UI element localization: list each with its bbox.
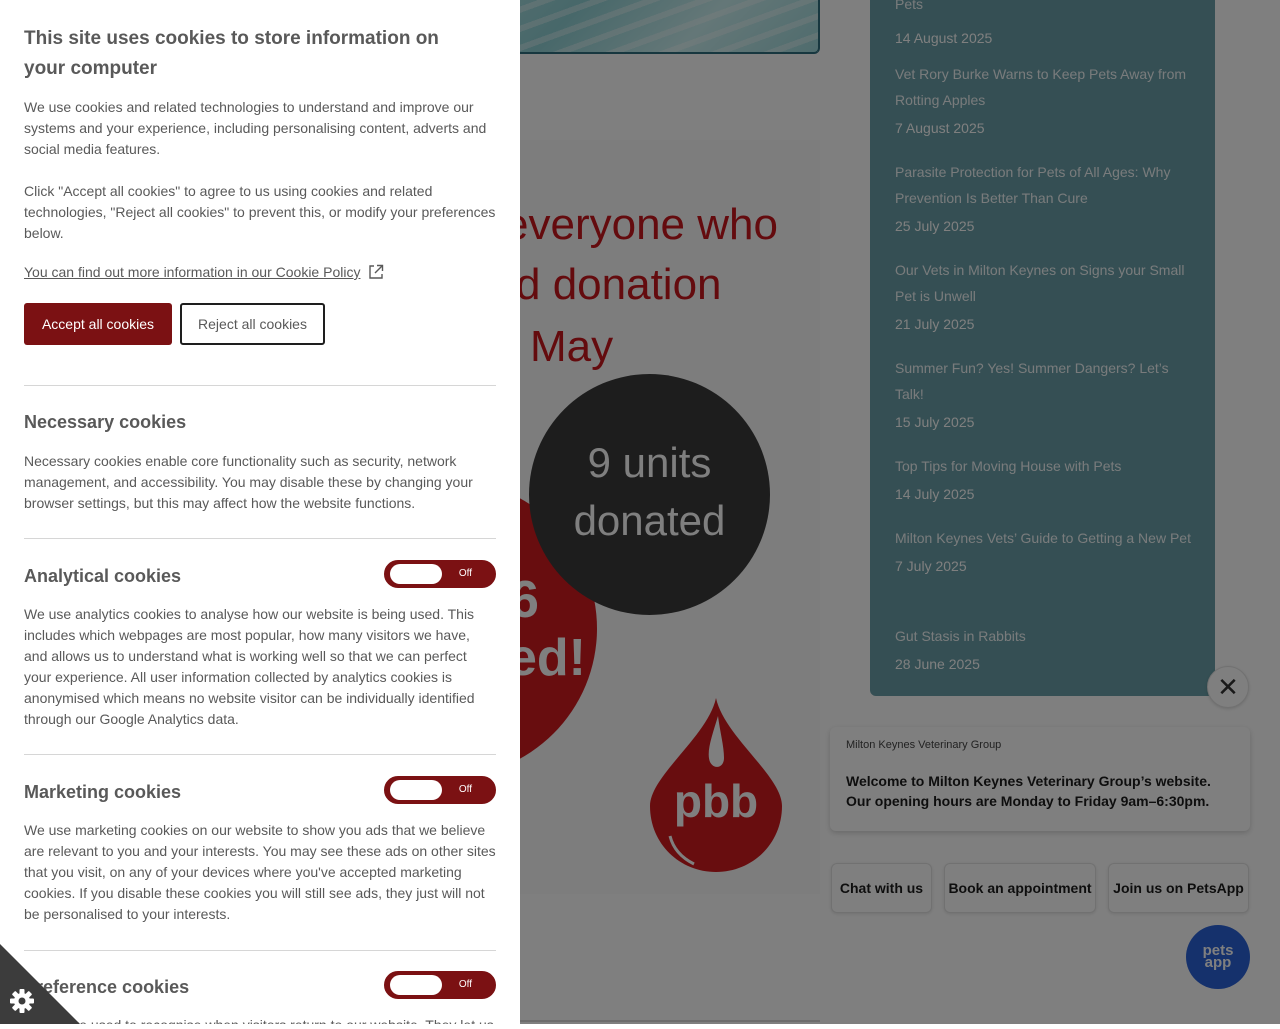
analytical-cookies-heading: Analytical cookies <box>24 566 182 586</box>
external-link-icon <box>369 264 384 279</box>
cookie-settings-corner <box>0 944 80 1024</box>
cookie-instructions-text: Click "Accept all cookies" to agree to u… <box>24 183 496 241</box>
marketing-cookies-heading: Marketing cookies <box>24 782 182 802</box>
cookie-policy-link[interactable]: You can find out more information in our… <box>24 264 384 280</box>
section-divider <box>24 950 496 951</box>
toggle-state-label: Off <box>458 568 472 579</box>
preference-cookies-text: These are used to recognise when visitor… <box>24 1015 496 1024</box>
toggle-knob <box>390 975 442 995</box>
analytical-cookies-toggle[interactable]: Off <box>384 560 496 588</box>
marketing-cookies-toggle[interactable]: Off <box>384 776 496 804</box>
toggle-state-label: Off <box>458 979 472 990</box>
necessary-cookies-text: Necessary cookies enable core functional… <box>24 453 473 511</box>
toggle-knob <box>390 564 442 584</box>
section-divider <box>24 538 496 539</box>
cookie-intro-text: We use cookies and related technologies … <box>24 99 487 157</box>
reject-all-cookies-button[interactable]: Reject all cookies <box>180 303 325 345</box>
section-divider <box>24 754 496 755</box>
analytical-cookies-text: We use analytics cookies to analyse how … <box>24 606 475 727</box>
cookie-policy-link-text: You can find out more information in our… <box>24 264 361 280</box>
toggle-knob <box>390 780 442 800</box>
accept-all-cookies-button[interactable]: Accept all cookies <box>24 303 172 345</box>
cookie-settings-button[interactable] <box>0 944 80 1024</box>
cookie-panel-title: This site uses cookies to store informat… <box>24 28 439 79</box>
gear-icon <box>10 989 34 1013</box>
cookie-consent-panel: This site uses cookies to store informat… <box>0 0 520 1024</box>
section-divider <box>24 385 496 386</box>
preference-cookies-toggle[interactable]: Off <box>384 971 496 999</box>
toggle-state-label: Off <box>458 784 472 795</box>
marketing-cookies-text: We use marketing cookies on our website … <box>24 822 496 922</box>
necessary-cookies-heading: Necessary cookies <box>24 412 187 432</box>
